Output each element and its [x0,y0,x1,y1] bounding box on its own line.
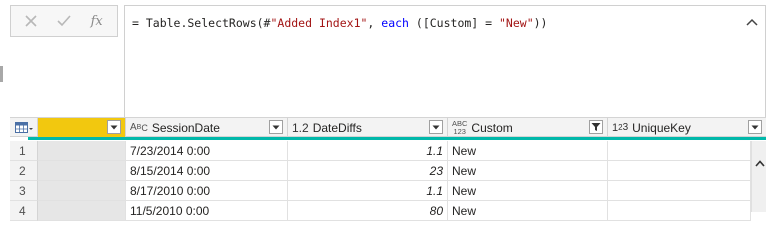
row-number: 1 [10,141,38,161]
table-cell[interactable]: 8/17/2010 0:00 [126,181,288,201]
left-edge [0,0,3,212]
row-number: 3 [10,181,38,201]
chevron-down-icon[interactable] [269,120,283,134]
fx-icon[interactable]: fx [85,9,109,33]
table-cell[interactable] [608,141,751,161]
table-cell[interactable]: 11/5/2010 0:00 [126,201,288,221]
data-grid: ABC SessionDate 1.2 DateDiffs ABC 123 Cus… [10,117,766,221]
row-number: 4 [10,201,38,221]
table-cell[interactable] [38,161,126,181]
formula-comma: , [367,16,382,30]
vertical-scrollbar[interactable] [751,141,766,212]
column-quality-bar [28,137,766,140]
table-cell[interactable]: New [448,141,608,161]
table-cell[interactable] [608,161,751,181]
table-cell[interactable]: New [448,181,608,201]
column-header-datediffs[interactable]: 1.2 DateDiffs [288,118,448,137]
table-cell[interactable]: 23 [288,161,448,181]
text-type-icon: ABC [130,122,148,133]
chevron-up-icon[interactable] [745,16,759,28]
table-cell[interactable] [608,201,751,221]
column-header-sessiondate[interactable]: ABC SessionDate [126,118,288,137]
table-cell[interactable] [608,181,751,201]
table-menu-button[interactable] [10,118,38,137]
row-number: 2 [10,161,38,181]
table-cell[interactable]: New [448,201,608,221]
column-header-row: ABC SessionDate 1.2 DateDiffs ABC 123 Cus… [10,117,766,137]
check-icon[interactable] [52,9,76,33]
any-type-icon: ABC 123 [452,118,468,136]
table-cell[interactable]: 1.1 [288,181,448,201]
column-header-selected[interactable] [38,118,126,137]
formula-keyword: each [381,16,409,30]
formula-value: "New" [499,16,534,30]
column-header-uniquekey[interactable]: 123 UniqueKey [608,118,766,137]
formula-condition: ([Custom] = [408,16,499,30]
table-cell[interactable]: New [448,161,608,181]
scroll-up-icon[interactable] [753,157,766,169]
decimal-type-icon: 1.2 [292,120,309,135]
chevron-down-icon[interactable] [748,120,762,134]
table-cell[interactable] [38,181,126,201]
column-header-custom[interactable]: ABC 123 Custom [448,118,608,137]
table-cell[interactable]: 7/23/2014 0:00 [126,141,288,161]
table-cell[interactable] [38,201,126,221]
formula-step-name: "Added Index1" [270,16,368,30]
table-icon [14,121,33,133]
formula-suffix: )) [533,16,548,30]
table-cell[interactable]: 8/15/2014 0:00 [126,161,288,181]
chevron-down-icon[interactable] [429,120,443,134]
filter-icon[interactable] [589,120,603,134]
whole-number-type-icon: 123 [612,121,629,134]
table-cell[interactable]: 80 [288,201,448,221]
x-icon[interactable] [19,9,43,33]
formula-prefix: = Table.SelectRows(# [132,16,271,30]
formula-controls: fx [10,5,118,37]
table-cell[interactable] [38,141,126,161]
chevron-down-icon[interactable] [107,120,121,134]
formula-text[interactable]: = Table.SelectRows(#"Added Index1", each… [132,16,547,30]
left-edge-marker [0,66,3,82]
table-cell[interactable]: 1.1 [288,141,448,161]
